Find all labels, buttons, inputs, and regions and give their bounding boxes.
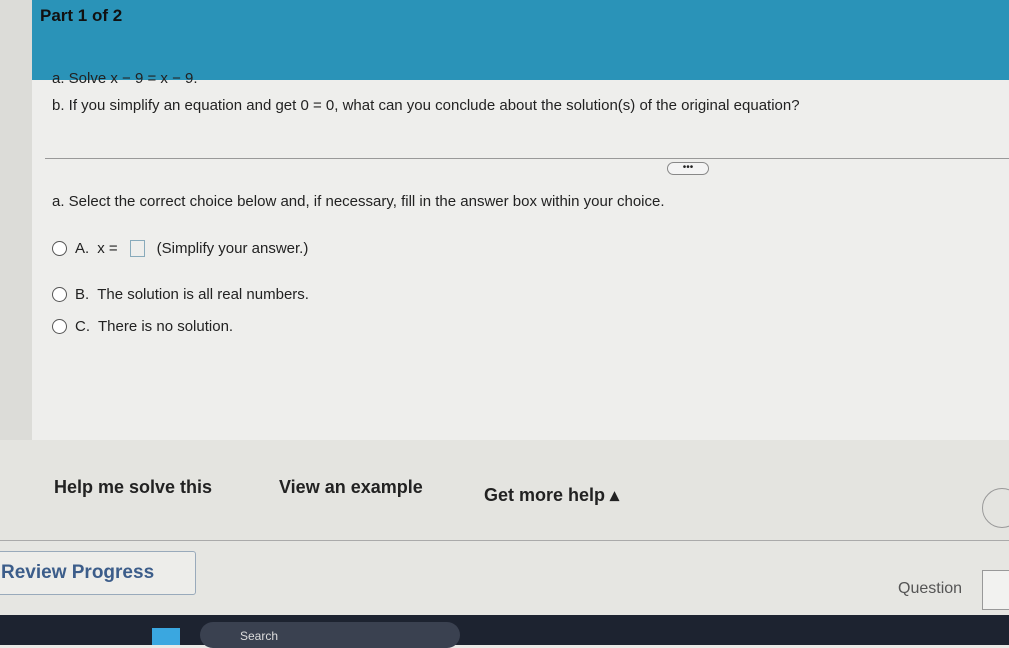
- question-a: a. Solve x − 9 = x − 9.: [52, 70, 198, 87]
- header-bar: [32, 0, 1009, 80]
- question-number-input[interactable]: [982, 570, 1009, 610]
- option-letter: C.: [75, 318, 90, 335]
- review-progress-button[interactable]: Review Progress: [0, 551, 196, 595]
- get-more-help-button[interactable]: Get more help ▴: [484, 485, 619, 506]
- option-text: There is no solution.: [98, 318, 234, 335]
- option-a[interactable]: A. x = (Simplify your answer.): [52, 240, 308, 257]
- instruction: a. Select the correct choice below and, …: [52, 193, 665, 210]
- radio-b[interactable]: [52, 287, 67, 302]
- option-b[interactable]: B. The solution is all real numbers.: [52, 286, 309, 303]
- help-me-solve-button[interactable]: Help me solve this: [54, 477, 212, 498]
- question-label: Question: [898, 580, 963, 597]
- option-letter: A.: [75, 240, 90, 257]
- answer-box[interactable]: [129, 240, 145, 257]
- part-indicator: Part 1 of 2: [40, 6, 123, 25]
- option-prefix: x =: [97, 240, 118, 257]
- option-c[interactable]: C. There is no solution.: [52, 318, 233, 335]
- divider: [45, 158, 1009, 159]
- more-button[interactable]: •••: [667, 162, 709, 175]
- option-text: (Simplify your answer.): [156, 240, 309, 257]
- radio-a[interactable]: [52, 241, 67, 256]
- left-strip: [0, 0, 32, 440]
- question-b: b. If you simplify an equation and get 0…: [52, 97, 800, 114]
- windows-start-icon[interactable]: [152, 628, 180, 645]
- option-text: The solution is all real numbers.: [97, 286, 309, 303]
- taskbar-search[interactable]: Search: [200, 622, 460, 648]
- view-example-button[interactable]: View an example: [279, 477, 423, 498]
- option-letter: B.: [75, 286, 90, 303]
- radio-c[interactable]: [52, 319, 67, 334]
- question-panel: [32, 80, 1009, 440]
